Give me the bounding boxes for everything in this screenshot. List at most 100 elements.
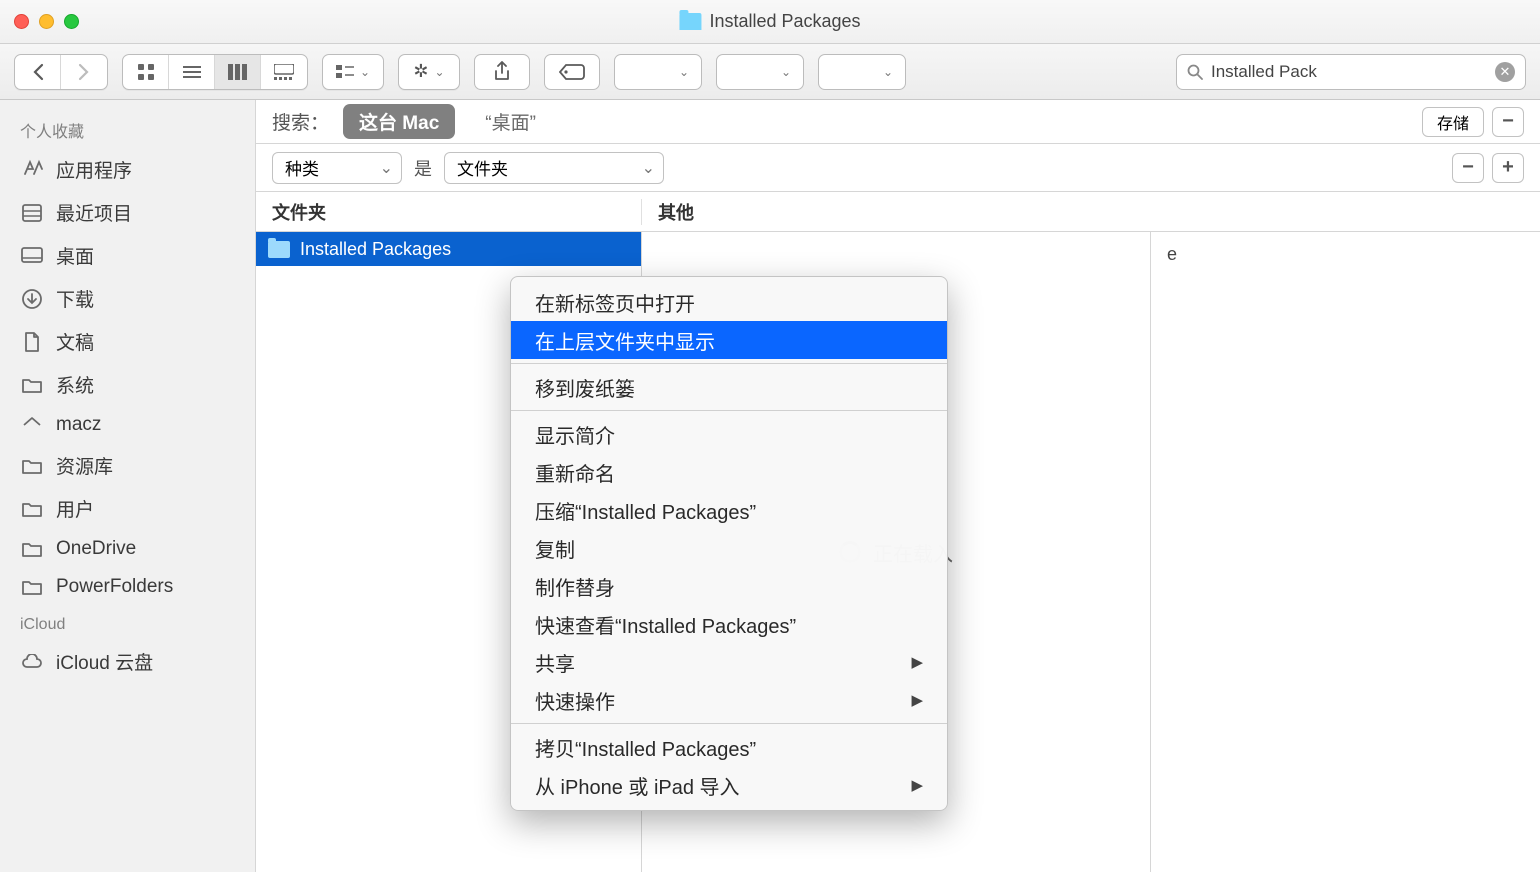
sidebar-section-favorites: 个人收藏 [0,108,255,148]
home-icon [20,414,44,436]
filter-row: 种类 是 文件夹 − + [256,144,1540,192]
folder-icon [679,13,701,30]
dropdown-1[interactable]: ⌄ [614,54,702,90]
ctx-make-alias[interactable]: 制作替身 [511,567,947,605]
ctx-duplicate[interactable]: 复制 [511,529,947,567]
ctx-compress[interactable]: 压缩“Installed Packages” [511,491,947,529]
sidebar-item-downloads[interactable]: 下载 [0,277,255,320]
search-scope-label: 搜索： [272,108,329,135]
folder-icon [20,498,44,520]
filter-attribute[interactable]: 种类 [272,152,402,184]
dropdown-3[interactable]: ⌄ [818,54,906,90]
recent-icon [20,202,44,224]
scope-this-mac[interactable]: 这台 Mac [343,104,455,139]
search-icon [1187,64,1203,80]
view-buttons [122,54,308,90]
column-headers: 文件夹 其他 [256,192,1540,232]
ctx-quick-look[interactable]: 快速查看“Installed Packages” [511,605,947,643]
icon-view-button[interactable] [123,55,169,89]
sidebar-item-powerfolders[interactable]: PowerFolders [0,568,255,606]
back-button[interactable] [15,55,61,89]
ctx-copy[interactable]: 拷贝“Installed Packages” [511,728,947,766]
nav-buttons [14,54,108,90]
submenu-arrow-icon: ▶ [911,776,923,794]
column-header-folder[interactable]: 文件夹 [256,199,642,225]
list-view-button[interactable] [169,55,215,89]
ctx-show-in-enclosing[interactable]: 在上层文件夹中显示 [511,321,947,359]
sidebar-item-system[interactable]: 系统 [0,363,255,406]
column-view-button[interactable] [215,55,261,89]
ctx-import-iphone[interactable]: 从 iPhone 或 iPad 导入▶ [511,766,947,804]
search-box[interactable]: ✕ [1176,54,1526,90]
separator [511,410,947,411]
share-button[interactable] [474,54,530,90]
sidebar-item-documents[interactable]: 文稿 [0,320,255,363]
maximize-window-button[interactable] [64,14,79,29]
sidebar-item-applications[interactable]: 应用程序 [0,148,255,191]
action-button[interactable]: ✲⌄ [399,55,459,89]
titlebar: Installed Packages [0,0,1540,44]
applications-icon [20,159,44,181]
close-window-button[interactable] [14,14,29,29]
folder-icon [20,576,44,598]
search-scope-row: 搜索： 这台 Mac “桌面” 存储 − [256,100,1540,144]
tag-button[interactable] [544,54,600,90]
ctx-get-info[interactable]: 显示简介 [511,415,947,453]
folder-icon [20,374,44,396]
share-icon [493,61,511,83]
ctx-share[interactable]: 共享▶ [511,643,947,681]
other-text: e [1167,244,1177,264]
sidebar-item-desktop[interactable]: 桌面 [0,234,255,277]
scope-desktop[interactable]: “桌面” [469,104,552,139]
separator [511,723,947,724]
separator [511,363,947,364]
toolbar: ⌄ ✲⌄ ⌄ ⌄ ⌄ ✕ [0,44,1540,100]
sidebar-item-icloud-drive[interactable]: iCloud 云盘 [0,640,255,683]
file-row-selected[interactable]: Installed Packages [256,232,641,266]
column-header-other[interactable]: 其他 [642,199,1540,225]
ctx-open-new-tab[interactable]: 在新标签页中打开 [511,283,947,321]
dropdown-2[interactable]: ⌄ [716,54,804,90]
sidebar-item-users[interactable]: 用户 [0,487,255,530]
submenu-arrow-icon: ▶ [911,691,923,709]
sidebar-item-library[interactable]: 资源库 [0,444,255,487]
sidebar-item-home[interactable]: macz [0,406,255,444]
sidebar-item-onedrive[interactable]: OneDrive [0,530,255,568]
ctx-rename[interactable]: 重新命名 [511,453,947,491]
group-button-wrap: ⌄ [322,54,384,90]
sidebar-section-icloud: iCloud [0,606,255,640]
window-controls [14,14,79,29]
downloads-icon [20,288,44,310]
filter-value[interactable]: 文件夹 [444,152,664,184]
folder-icon [20,455,44,477]
sidebar: 个人收藏 应用程序 最近项目 桌面 下载 文稿 系统 macz 资源库 用户 O… [0,100,256,872]
sidebar-item-recents[interactable]: 最近项目 [0,191,255,234]
window-title: Installed Packages [679,11,860,32]
forward-button[interactable] [61,55,107,89]
clear-search-button[interactable]: ✕ [1495,62,1515,82]
cloud-icon [20,651,44,673]
desktop-icon [20,245,44,267]
filter-add-button[interactable]: + [1492,153,1524,183]
window-title-text: Installed Packages [709,11,860,32]
folder-icon [20,538,44,560]
gear-icon: ✲ [413,61,428,82]
context-menu: 在新标签页中打开 在上层文件夹中显示 移到废纸篓 显示简介 重新命名 压缩“In… [510,276,948,811]
filter-is-label: 是 [414,155,432,181]
action-button-wrap: ✲⌄ [398,54,460,90]
documents-icon [20,331,44,353]
group-button[interactable]: ⌄ [323,55,383,89]
remove-filter-button[interactable]: − [1492,107,1524,137]
gallery-view-button[interactable] [261,55,307,89]
other-column: e [1150,232,1540,872]
ctx-quick-actions[interactable]: 快速操作▶ [511,681,947,719]
ctx-move-to-trash[interactable]: 移到废纸篓 [511,368,947,406]
search-input[interactable] [1211,62,1487,82]
save-search-button[interactable]: 存储 [1422,107,1484,137]
minimize-window-button[interactable] [39,14,54,29]
tag-icon [559,63,585,81]
folder-icon [268,241,290,258]
filter-remove-button[interactable]: − [1452,153,1484,183]
file-name: Installed Packages [300,239,451,260]
submenu-arrow-icon: ▶ [911,653,923,671]
